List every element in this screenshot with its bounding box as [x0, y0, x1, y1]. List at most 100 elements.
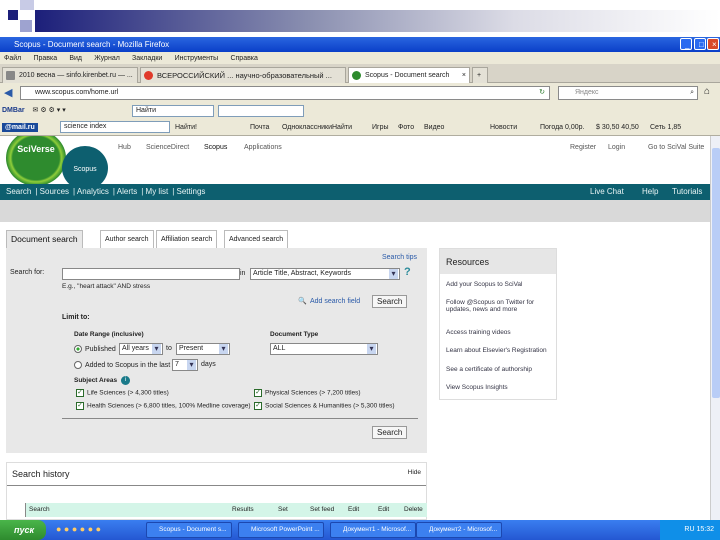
taskbar-item[interactable]: Документ2 - Microsof...: [416, 522, 502, 538]
vertical-scrollbar[interactable]: [710, 136, 720, 520]
toolbar-item[interactable]: Почта: [250, 119, 269, 136]
nav-settings[interactable]: Settings: [177, 187, 206, 196]
close-tab-icon[interactable]: ×: [462, 68, 466, 83]
to-year-select[interactable]: Present: [176, 343, 230, 355]
quick-launch-icons[interactable]: ● ● ● ● ● ●: [56, 524, 101, 534]
added-radio[interactable]: Added to Scopus in the last: [74, 361, 170, 369]
toolbar-item[interactable]: Погода 0,00р.: [540, 119, 584, 136]
dmbar-select[interactable]: Найти: [132, 105, 214, 117]
scrollbar-thumb[interactable]: [712, 148, 720, 398]
language-indicator[interactable]: RU: [684, 526, 694, 533]
nav-alerts[interactable]: Alerts: [117, 187, 137, 196]
taskbar: пуск ● ● ● ● ● ● Scopus - Document s... …: [0, 520, 720, 540]
select-value: Article Title, Abstract, Keywords: [253, 270, 352, 277]
nav-live-chat[interactable]: Live Chat: [590, 184, 624, 200]
login-link[interactable]: Login: [608, 144, 625, 151]
link-scopus[interactable]: Scopus: [204, 144, 227, 151]
menu-history[interactable]: Журнал: [94, 55, 120, 62]
toolbar-item[interactable]: Одноклассники: [282, 119, 332, 136]
menu-file[interactable]: Файл: [4, 55, 21, 62]
link-hub[interactable]: Hub: [118, 144, 131, 151]
toolbar-item[interactable]: Найти: [332, 119, 352, 136]
home-icon[interactable]: ⌂: [704, 86, 710, 97]
taskbar-item[interactable]: Документ1 - Microsof...: [330, 522, 416, 538]
resource-link[interactable]: Access training videos: [446, 329, 556, 336]
add-search-field-link[interactable]: Add search field: [310, 298, 360, 305]
nav-help[interactable]: Help: [642, 184, 658, 200]
web-search-input[interactable]: Яндекс ⌕: [558, 86, 698, 100]
add-field-icon[interactable]: 🔍: [298, 297, 307, 305]
toolbar-item[interactable]: Сеть 1,85: [650, 119, 681, 136]
nav-tutorials[interactable]: Tutorials: [672, 184, 702, 200]
toolbar-item[interactable]: Видео: [424, 119, 444, 136]
search-button[interactable]: Search: [372, 295, 408, 308]
col-edit2: Edit: [378, 506, 390, 513]
mailru-search-button[interactable]: Найти!: [175, 119, 197, 136]
search-input[interactable]: [62, 268, 240, 280]
days-select[interactable]: 7: [172, 359, 198, 371]
toolbar-item[interactable]: Игры: [372, 119, 389, 136]
nav-my-list[interactable]: My list: [146, 187, 169, 196]
address-bar[interactable]: www.scopus.com/home.url ↻: [20, 86, 550, 100]
tab-advanced-search[interactable]: Advanced search: [224, 230, 289, 248]
toolbar-icons[interactable]: ✉ ⚙ ⚙ ▾ ▾: [33, 107, 66, 114]
browser-tab-active[interactable]: Scopus - Document search ×: [348, 67, 470, 83]
published-radio[interactable]: Published: [74, 345, 116, 353]
nav-analytics[interactable]: Analytics: [77, 187, 109, 196]
help-icon[interactable]: ?: [404, 266, 411, 278]
from-year-select[interactable]: All years: [119, 343, 163, 355]
info-icon[interactable]: i: [121, 376, 130, 385]
mailru-logo[interactable]: @mail.ru: [2, 123, 38, 132]
menu-view[interactable]: Вид: [69, 55, 82, 62]
mailru-search-input[interactable]: science index: [60, 121, 170, 133]
link-sciencedirect[interactable]: ScienceDirect: [146, 144, 189, 151]
sciverse-logo[interactable]: SciVerse: [6, 136, 66, 186]
menu-help[interactable]: Справка: [230, 55, 257, 62]
menu-tools[interactable]: Инструменты: [175, 55, 219, 62]
tab-document-search[interactable]: Document search: [6, 230, 83, 248]
subject-social-sciences[interactable]: ✓ Social Sciences & Humanities (> 5,300 t…: [254, 402, 395, 410]
subject-health-sciences[interactable]: ✓ Health Sciences (> 6,800 titles, 100% M…: [76, 402, 251, 410]
subject-physical-sciences[interactable]: ✓ Physical Sciences (> 7,200 titles): [254, 389, 361, 397]
menu-edit[interactable]: Правка: [33, 55, 57, 62]
back-icon[interactable]: ◀: [4, 86, 12, 99]
select-value: All years: [122, 345, 149, 352]
maximize-button[interactable]: □: [694, 38, 706, 50]
browser-tab[interactable]: ВСЕРОССИЙСКИЙ ... научно-образовательный…: [140, 67, 346, 83]
search-tips-link[interactable]: Search tips: [382, 254, 417, 261]
toolbar-item[interactable]: $ 30,50 40,50: [596, 119, 639, 136]
resource-link[interactable]: Learn about Elsevier's Registration: [446, 347, 556, 354]
browser-tab[interactable]: 2010 весна — sinfo.kirenbet.ru — ...: [2, 67, 138, 83]
resource-link[interactable]: Add your Scopus to SciVal: [446, 281, 556, 288]
menu-bookmarks[interactable]: Закладки: [132, 55, 162, 62]
search-icon[interactable]: ⌕: [690, 87, 694, 99]
reload-icon[interactable]: ↻: [539, 87, 545, 99]
field-select[interactable]: Article Title, Abstract, Keywords: [250, 268, 400, 280]
dmbar-input[interactable]: [218, 105, 304, 117]
checkbox-label: Health Sciences (> 6,800 titles, 100% Me…: [87, 402, 251, 410]
new-tab-button[interactable]: +: [472, 67, 488, 83]
nav-sources[interactable]: Sources: [40, 187, 69, 196]
resource-link[interactable]: See a certificate of authorship: [446, 366, 556, 373]
toolbar-item[interactable]: Новости: [490, 119, 517, 136]
resource-link[interactable]: View Scopus Insights: [446, 384, 556, 391]
toolbar-item[interactable]: Фото: [398, 119, 414, 136]
scival-link[interactable]: Go to SciVal Suite: [648, 144, 704, 151]
tab-author-search[interactable]: Author search: [100, 230, 154, 248]
resources-box: Resources Add your Scopus to SciVal Foll…: [439, 248, 557, 400]
start-button[interactable]: пуск: [0, 520, 46, 540]
tab-affiliation-search[interactable]: Affiliation search: [156, 230, 218, 248]
resource-link[interactable]: Follow @Scopus on Twitter for updates, n…: [446, 299, 556, 313]
taskbar-item[interactable]: Microsoft PowerPoint ...: [238, 522, 324, 538]
hide-history-link[interactable]: Hide: [408, 469, 421, 476]
search-button-bottom[interactable]: Search: [372, 426, 408, 439]
close-button[interactable]: ×: [707, 38, 719, 50]
nav-search[interactable]: Search: [6, 187, 31, 196]
minimize-button[interactable]: _: [680, 38, 692, 50]
taskbar-item[interactable]: Scopus - Document s...: [146, 522, 232, 538]
history-table-header: Search Results Set Set feed Edit Edit De…: [25, 503, 427, 517]
subject-life-sciences[interactable]: ✓ Life Sciences (> 4,300 titles): [76, 389, 169, 397]
register-link[interactable]: Register: [570, 144, 596, 151]
document-type-select[interactable]: ALL: [270, 343, 378, 355]
link-applications[interactable]: Applications: [244, 144, 282, 151]
